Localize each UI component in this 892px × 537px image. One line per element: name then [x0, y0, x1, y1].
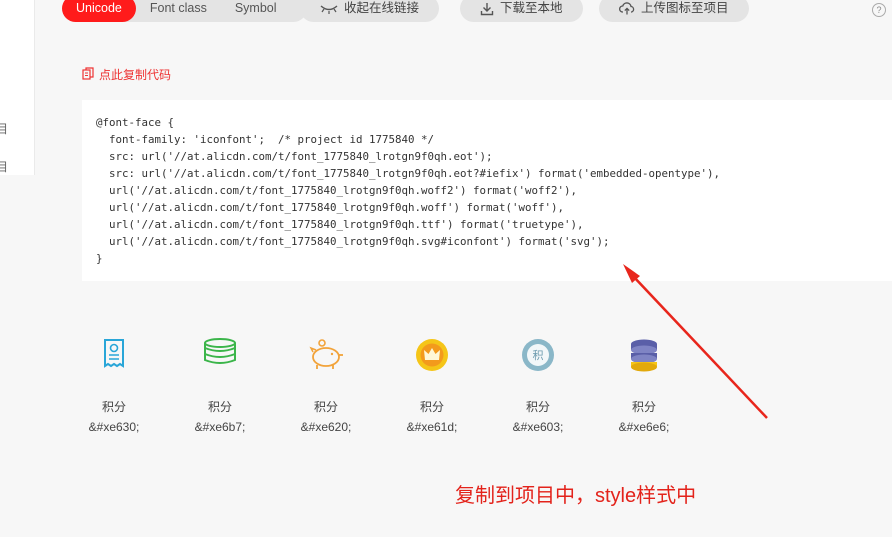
- annotation-text: 复制到项目中，style样式中: [455, 485, 697, 507]
- annotation-arrow: [623, 264, 768, 419]
